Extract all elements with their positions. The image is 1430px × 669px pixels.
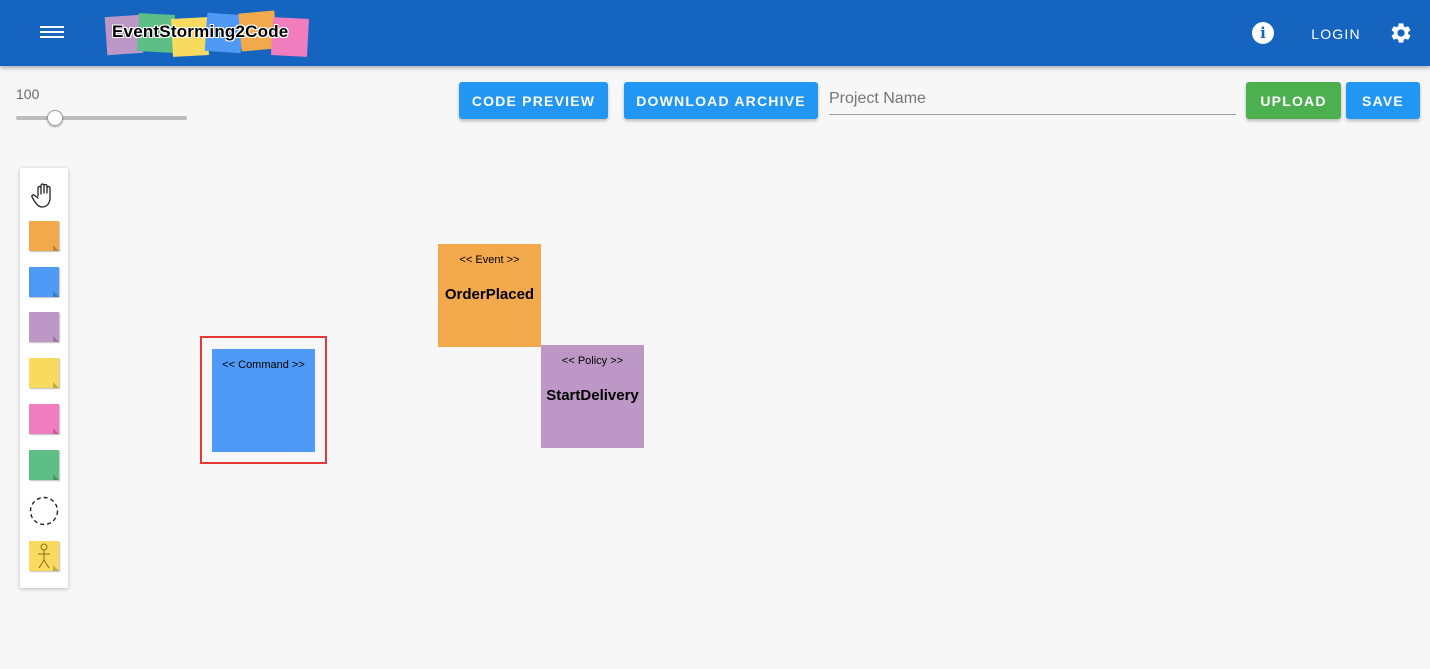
zoom-slider-track	[16, 116, 187, 120]
gear-icon[interactable]	[1389, 21, 1413, 45]
menu-icon[interactable]	[40, 23, 64, 43]
save-button[interactable]: SAVE	[1346, 82, 1420, 119]
aggregate-sticky-tool[interactable]	[29, 450, 59, 480]
event-sticky-tool[interactable]	[29, 221, 59, 251]
logo: EventStorming2Code	[104, 10, 316, 58]
upload-button[interactable]: UPLOAD	[1246, 82, 1341, 119]
login-button[interactable]: LOGIN	[1300, 20, 1372, 48]
app-bar: EventStorming2Code i LOGIN	[0, 0, 1430, 66]
external-system-sticky-tool[interactable]	[29, 404, 59, 434]
policy-sticky-tool[interactable]	[29, 312, 59, 342]
command-note-stereotype: << Command >>	[222, 359, 305, 371]
stick-figure-icon	[38, 543, 50, 569]
event-note-name: OrderPlaced	[444, 286, 535, 303]
event-note-stereotype: << Event >>	[459, 254, 520, 266]
dashed-circle-icon[interactable]	[29, 496, 59, 526]
read-model-sticky-tool[interactable]	[29, 358, 59, 388]
policy-note-name: StartDelivery	[546, 387, 639, 404]
project-name-input[interactable]	[829, 84, 1236, 115]
download-archive-button[interactable]: DOWNLOAD ARCHIVE	[624, 82, 818, 119]
command-note[interactable]: << Command >>	[212, 349, 315, 452]
info-icon[interactable]: i	[1252, 22, 1274, 44]
zoom-slider[interactable]	[16, 110, 187, 126]
zoom-slider-thumb[interactable]	[47, 110, 64, 126]
actor-sticky-tool[interactable]	[29, 541, 59, 571]
policy-note[interactable]: << Policy >> StartDelivery	[541, 345, 644, 448]
sticky-palette	[20, 168, 68, 588]
command-sticky-tool[interactable]	[29, 267, 59, 297]
logo-text: EventStorming2Code	[112, 22, 289, 41]
policy-note-stereotype: << Policy >>	[561, 355, 624, 367]
zoom-value: 100	[16, 86, 40, 102]
event-note[interactable]: << Event >> OrderPlaced	[438, 244, 541, 347]
hand-icon[interactable]	[29, 180, 59, 210]
code-preview-button[interactable]: CODE PREVIEW	[459, 82, 608, 119]
